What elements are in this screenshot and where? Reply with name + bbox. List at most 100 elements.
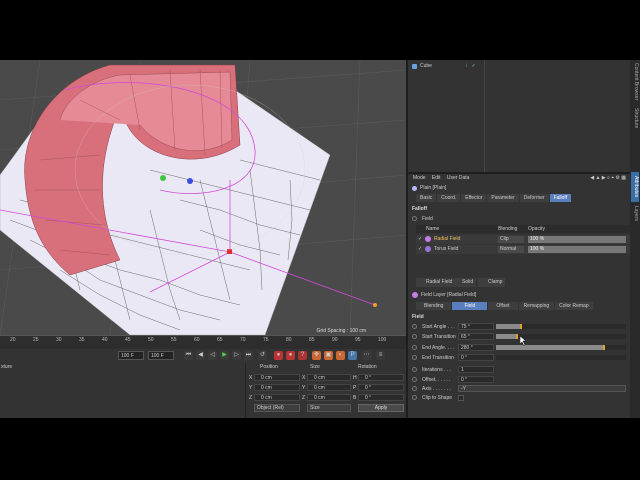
tab-coord[interactable]: Coord. — [437, 194, 461, 202]
menu-user-data[interactable]: User Data — [447, 175, 470, 181]
tab-blending[interactable]: Blending — [416, 302, 452, 310]
tab-effector[interactable]: Effector — [461, 194, 487, 202]
nav-arrows-icon[interactable]: ◀ ▲ ▶ ⌕ ⌖ ⚙ ▦ — [590, 174, 626, 183]
play-back-icon[interactable]: ◁ — [208, 351, 217, 360]
tab-offset[interactable]: Offset — [488, 302, 518, 310]
axis-label: Y — [249, 385, 253, 391]
tab-field[interactable]: Field — [452, 302, 488, 310]
field-anim-dot[interactable] — [412, 216, 417, 221]
rotation-b-field[interactable]: 0 ° — [358, 394, 404, 401]
size-z-field[interactable]: 0 cm — [307, 394, 351, 401]
axis-label: H — [353, 375, 357, 381]
param-anim-dot[interactable] — [412, 386, 417, 391]
position-z-field[interactable]: 0 cm — [254, 394, 300, 401]
position-y-field[interactable]: 0 cm — [254, 384, 300, 391]
start-transition-slider[interactable] — [496, 334, 626, 339]
size-header: Size — [310, 364, 320, 370]
check-icon[interactable]: ✓ — [418, 245, 422, 254]
tab-basic[interactable]: Basic — [416, 194, 437, 202]
end-transition-field[interactable]: 0 ° — [458, 354, 494, 361]
param-anim-dot[interactable] — [412, 345, 417, 350]
opacity-bar[interactable]: 100 % — [528, 246, 626, 253]
end-angle-slider[interactable] — [496, 345, 626, 350]
add-solid-button[interactable]: Solid — [452, 278, 477, 287]
rotation-p-field[interactable]: 0 ° — [358, 384, 404, 391]
opacity-bar[interactable]: 100 % — [528, 236, 626, 243]
add-clamp-button[interactable]: Clamp — [478, 278, 506, 287]
param-label: End Angle. . . . — [422, 345, 455, 351]
timeline[interactable]: 20 25 30 35 40 45 50 55 60 65 70 75 80 8… — [0, 335, 406, 363]
go-end-icon[interactable]: ⏭ — [244, 351, 253, 360]
step-back-icon[interactable]: ◀ — [196, 351, 205, 360]
param-anim-dot[interactable] — [412, 367, 417, 372]
field-list-item[interactable]: ✓ Torus Field Normal 100 % — [416, 245, 630, 254]
param-key-icon[interactable]: P — [348, 351, 357, 360]
apply-button[interactable]: Apply — [358, 404, 404, 412]
tab-layers[interactable]: Layers — [631, 204, 639, 224]
size-y-field[interactable]: 0 cm — [307, 384, 351, 391]
start-transition-field[interactable]: 65 ° — [458, 333, 494, 340]
add-radial-field-button[interactable]: Radial Field — [416, 278, 456, 287]
record-icon[interactable]: ● — [274, 351, 283, 360]
end-transition-slider[interactable] — [496, 355, 626, 360]
column-divider — [484, 60, 485, 172]
step-forward-icon[interactable]: ▷ — [232, 351, 241, 360]
keyframe-icon[interactable]: ? — [298, 351, 307, 360]
tab-remapping[interactable]: Remapping — [518, 302, 555, 310]
check-icon[interactable]: ✓ — [418, 235, 422, 244]
start-angle-field[interactable]: 75 ° — [458, 323, 494, 330]
menu-mode[interactable]: Mode — [413, 175, 426, 181]
end-frame-field[interactable]: 100 F — [148, 351, 174, 360]
rotate-key-icon[interactable]: ◐ — [336, 351, 345, 360]
field-layer-title: Field Layer [Radial Field] — [412, 292, 476, 298]
object-manager: Cube ⁝ ✓ — [406, 60, 630, 172]
start-angle-slider[interactable] — [496, 324, 626, 329]
menu-edit[interactable]: Edit — [432, 175, 441, 181]
tab-deformer[interactable]: Deformer — [519, 194, 549, 202]
play-icon[interactable]: ▶ — [220, 351, 229, 360]
axis-label: P — [353, 385, 357, 391]
object-row[interactable]: Cube ⁝ ✓ — [412, 63, 476, 69]
blend-mode-dropdown[interactable]: Clip — [498, 236, 524, 243]
current-frame-field[interactable]: 100 F — [118, 351, 144, 360]
field-item-name: Radial Field — [434, 236, 461, 242]
object-title: Plain [Plain] — [412, 185, 446, 191]
tab-falloff[interactable]: Falloff — [549, 194, 572, 202]
param-anim-dot[interactable] — [412, 324, 417, 329]
axis-dropdown[interactable]: -Y — [458, 385, 626, 392]
clip-to-shape-checkbox[interactable] — [458, 395, 464, 401]
loop-icon[interactable]: ↺ — [258, 351, 267, 360]
position-x-field[interactable]: 0 cm — [254, 374, 300, 381]
cube-icon — [412, 63, 417, 69]
tab-color-remap[interactable]: Color Remap — [555, 302, 593, 310]
check-icon[interactable]: ✓ — [472, 63, 476, 69]
go-start-icon[interactable]: ⏮ — [184, 351, 193, 360]
param-anim-dot[interactable] — [412, 377, 417, 382]
rotation-h-field[interactable]: 0 ° — [358, 374, 404, 381]
tab-content-browser[interactable]: Content Browser — [631, 62, 639, 102]
tab-attributes[interactable]: Attributes — [631, 172, 639, 202]
coord-mode-dropdown[interactable]: Object (Rel) — [254, 404, 300, 412]
param-anim-dot[interactable] — [412, 395, 417, 400]
size-mode-dropdown[interactable]: Size — [307, 404, 351, 412]
size-x-field[interactable]: 0 cm — [307, 374, 351, 381]
tab-parameter[interactable]: Parameter — [487, 194, 519, 202]
col-blending: Blending — [498, 226, 518, 232]
field-list-item[interactable]: ✓ Radial Field Clip 100 % — [416, 235, 630, 244]
end-angle-field[interactable]: 280 ° — [458, 344, 494, 351]
visibility-dots-icon[interactable]: ⁝ — [466, 63, 468, 69]
move-key-icon[interactable]: ✥ — [312, 351, 321, 360]
autokey-icon[interactable]: ● — [286, 351, 295, 360]
tab-structure[interactable]: Structure — [631, 104, 639, 132]
param-anim-dot[interactable] — [412, 334, 417, 339]
scale-key-icon[interactable]: ▣ — [324, 351, 333, 360]
slider-fill — [496, 334, 519, 339]
blend-mode-dropdown[interactable]: Normal — [498, 246, 524, 253]
3d-viewport[interactable]: Grid Spacing : 100 cm — [0, 60, 406, 335]
offset-field[interactable]: 0 ° — [458, 376, 494, 383]
iterations-field[interactable]: 1 — [458, 366, 494, 373]
timeline-menu-icon[interactable]: ≡ — [376, 351, 385, 360]
param-anim-dot[interactable] — [412, 355, 417, 360]
timeline-tick: 85 — [309, 337, 315, 343]
point-key-icon[interactable]: ⋯ — [362, 351, 371, 360]
